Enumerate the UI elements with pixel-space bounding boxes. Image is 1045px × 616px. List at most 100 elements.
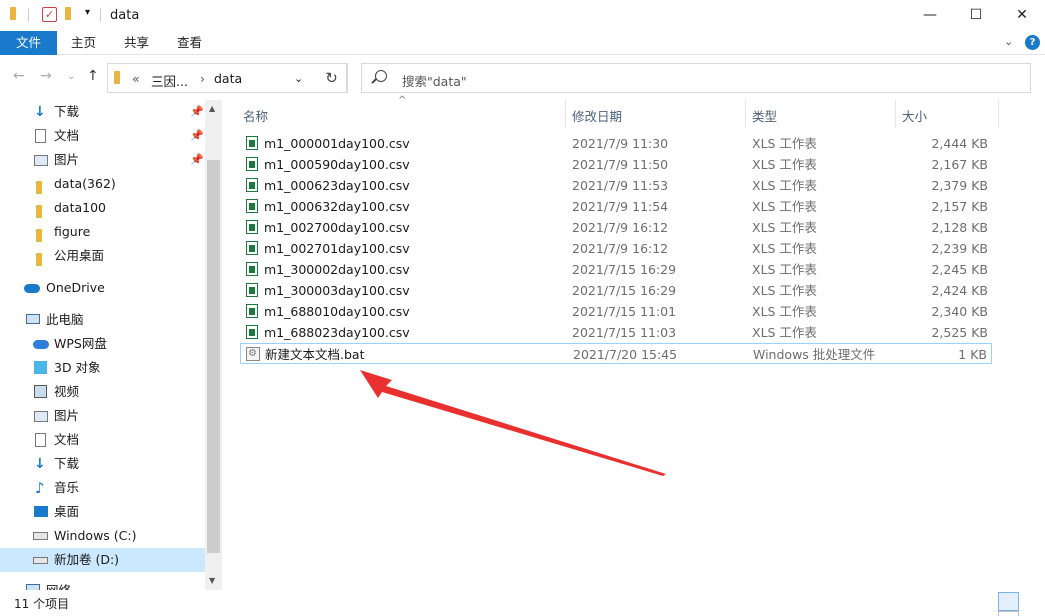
column-size[interactable]: 大小 [902,106,927,125]
sidebar-item-drive-c[interactable]: Windows (C:) [0,524,205,548]
breadcrumb-item[interactable]: 三因... [151,71,188,90]
file-row[interactable]: m1_000632day100.csv 2021/7/9 11:54 XLS 工作表… [240,196,992,217]
tab-view[interactable]: 查看 [163,31,216,55]
help-icon[interactable]: ? [1025,35,1040,50]
file-type: XLS 工作表 [752,178,817,193]
column-divider[interactable] [565,100,566,128]
network-icon [26,584,40,590]
spreadsheet-file-icon [246,136,258,150]
refresh-button[interactable]: ↻ [316,63,348,93]
file-row[interactable]: m1_688010day100.csv 2021/7/15 11:01 XLS 工作… [240,301,992,322]
sidebar-item-onedrive[interactable]: OneDrive [0,276,205,300]
sidebar-item-label: 文档 [54,128,80,143]
folder-icon [36,226,50,242]
file-name: m1_000632day100.csv [264,199,410,214]
tab-home[interactable]: 主页 [57,31,110,55]
sidebar-item-this-pc[interactable]: 此电脑 [0,308,205,332]
column-divider[interactable] [745,100,746,128]
large-icons-view-button[interactable] [998,611,1019,616]
recent-locations-icon[interactable]: ⌄ [67,71,75,82]
spreadsheet-file-icon [246,283,258,297]
back-arrow-icon[interactable]: ← [13,68,25,84]
file-size: 2,424 KB [931,283,988,298]
file-row[interactable]: m1_002701day100.csv 2021/7/9 16:12 XLS 工作表… [240,238,992,259]
address-bar[interactable]: « 三因... › data ⌄ [107,63,347,93]
column-name[interactable]: 名称 [243,106,268,125]
folder-icon [36,178,50,194]
new-folder-icon[interactable] [65,7,71,25]
customize-toolbar-icon[interactable]: ▾ [85,7,90,25]
maximize-button[interactable]: ☐ [953,0,999,30]
download-icon: ↓ [34,456,46,472]
tab-share[interactable]: 共享 [110,31,163,55]
scroll-down-icon[interactable]: ▼ [209,576,215,585]
close-button[interactable]: ✕ [999,0,1045,30]
file-name: m1_000590day100.csv [264,157,410,172]
sidebar-item-folder[interactable]: data(362) [0,172,205,196]
column-date[interactable]: 修改日期 [572,106,622,125]
chevron-right-icon[interactable]: › [200,71,205,86]
sidebar-item-label: 新加卷 (D:) [54,552,120,567]
file-date: 2021/7/9 16:12 [572,220,669,235]
properties-icon[interactable]: ✓ [42,7,57,22]
spreadsheet-file-icon [246,199,258,213]
sidebar-item-3d-objects[interactable]: 3D 对象 [0,356,205,380]
sidebar-item-label: 图片 [54,152,80,167]
breadcrumb-item[interactable]: data [214,71,242,86]
scroll-up-icon[interactable]: ▲ [209,104,215,113]
file-size: 2,239 KB [931,241,988,256]
sidebar-item-folder[interactable]: data100 [0,196,205,220]
breadcrumb-overflow[interactable]: « [132,71,140,86]
sidebar-item-downloads[interactable]: ↓ 下载 📌 [0,100,205,124]
folder-icon [114,71,120,87]
details-view-button[interactable] [998,592,1019,611]
pin-icon: 📌 [190,105,204,118]
file-type: XLS 工作表 [752,136,817,151]
scrollbar-thumb[interactable] [207,160,220,553]
column-divider[interactable] [998,100,999,128]
file-row[interactable]: m1_300003day100.csv 2021/7/15 16:29 XLS 工作… [240,280,992,301]
sidebar-item-videos[interactable]: 视频 [0,380,205,404]
forward-arrow-icon[interactable]: → [40,68,52,84]
expand-ribbon-icon[interactable]: ⌄ [1004,35,1013,48]
search-icon [375,70,387,82]
file-row[interactable]: m1_688023day100.csv 2021/7/15 11:03 XLS 工作… [240,322,992,343]
up-arrow-icon[interactable]: ↑ [87,68,99,84]
column-divider[interactable] [895,100,896,128]
file-type: XLS 工作表 [752,325,817,340]
file-date: 2021/7/15 11:03 [572,325,677,340]
file-row[interactable]: m1_000590day100.csv 2021/7/9 11:50 XLS 工作表… [240,154,992,175]
sidebar-scrollbar[interactable]: ▲ ▼ [205,100,222,590]
file-size: 2,525 KB [931,325,988,340]
sidebar-item-documents[interactable]: 文档 📌 [0,124,205,148]
chevron-down-icon[interactable]: ⌄ [294,72,303,85]
sidebar-item-wps[interactable]: WPS网盘 [0,332,205,356]
file-name: m1_300003day100.csv [264,283,410,298]
sidebar-item-folder[interactable]: 公用桌面 [0,244,205,268]
sidebar-item-folder[interactable]: figure [0,220,205,244]
status-item-count: 11 个项目 [14,597,70,611]
cloud-icon [33,340,49,349]
sidebar-item-pictures[interactable]: 图片 [0,404,205,428]
minimize-button[interactable]: — [907,0,953,30]
tab-file[interactable]: 文件 [0,31,57,55]
file-row[interactable]: m1_000623day100.csv 2021/7/9 11:53 XLS 工作表… [240,175,992,196]
sidebar-item-music[interactable]: ♪ 音乐 [0,476,205,500]
pin-icon: 📌 [190,153,204,166]
file-name: m1_300002day100.csv [264,262,410,277]
sidebar-item-documents[interactable]: 文档 [0,428,205,452]
sidebar-item-desktop[interactable]: 桌面 [0,500,205,524]
file-type: XLS 工作表 [752,304,817,319]
sidebar-item-drive-d[interactable]: 新加卷 (D:) [0,548,205,572]
sidebar-item-downloads[interactable]: ↓ 下载 [0,452,205,476]
pin-icon: 📌 [190,129,204,142]
search-input[interactable]: 搜索"data" [361,63,1031,93]
file-name: m1_002700day100.csv [264,220,410,235]
file-row[interactable]: 新建文本文档.bat 2021/7/20 15:45 Windows 批处理文件 1 … [240,343,992,364]
column-type[interactable]: 类型 [752,106,777,125]
file-row[interactable]: m1_000001day100.csv 2021/7/9 11:30 XLS 工作表… [240,133,992,154]
sidebar-item-pictures[interactable]: 图片 📌 [0,148,205,172]
file-row[interactable]: m1_300002day100.csv 2021/7/15 16:29 XLS 工作… [240,259,992,280]
file-row[interactable]: m1_002700day100.csv 2021/7/9 16:12 XLS 工作表… [240,217,992,238]
sidebar-item-network[interactable]: 网络 [0,579,205,590]
